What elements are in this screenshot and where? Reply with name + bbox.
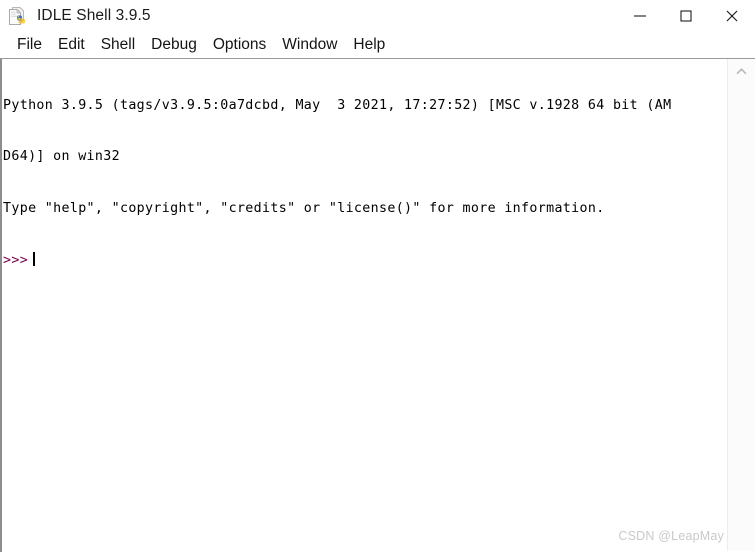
console-line: Python 3.9.5 (tags/v3.9.5:0a7dcbd, May 3…	[3, 97, 672, 113]
scrollbar-track[interactable]	[728, 81, 755, 551]
scroll-up-button[interactable]	[728, 59, 755, 81]
maximize-button[interactable]	[663, 0, 709, 32]
menu-item-edit[interactable]: Edit	[50, 32, 93, 58]
text-cursor	[33, 252, 36, 267]
close-button[interactable]	[709, 0, 755, 32]
minimize-button[interactable]	[617, 0, 663, 32]
title-bar: IDLE Shell 3.9.5	[0, 0, 755, 32]
idle-shell-window: IDLE Shell 3.9.5 File Edit Shell Debug O…	[0, 0, 755, 552]
menu-item-options[interactable]: Options	[205, 32, 274, 58]
menu-item-window[interactable]: Window	[274, 32, 345, 58]
text-area-left-border	[0, 59, 2, 552]
shell-output[interactable]: Python 3.9.5 (tags/v3.9.5:0a7dcbd, May 3…	[3, 59, 725, 551]
window-controls	[617, 0, 755, 32]
console-prompt-line[interactable]: >>>	[3, 252, 725, 269]
prompt-symbol: >>>	[3, 253, 29, 269]
console-line: Type "help", "copyright", "credits" or "…	[3, 201, 605, 217]
menu-item-debug[interactable]: Debug	[143, 32, 205, 58]
menu-item-help[interactable]: Help	[345, 32, 393, 58]
console-line: D64)] on win32	[3, 149, 120, 165]
window-title: IDLE Shell 3.9.5	[37, 7, 151, 24]
menu-item-file[interactable]: File	[9, 32, 50, 58]
vertical-scrollbar[interactable]	[727, 59, 755, 551]
menu-bar: File Edit Shell Debug Options Window Hel…	[0, 32, 755, 58]
chevron-up-icon	[736, 67, 747, 74]
menu-item-shell[interactable]: Shell	[93, 32, 143, 58]
python-document-icon	[7, 6, 27, 27]
shell-text-area: Python 3.9.5 (tags/v3.9.5:0a7dcbd, May 3…	[0, 58, 755, 552]
watermark-text: CSDN @LeapMay	[618, 529, 724, 543]
